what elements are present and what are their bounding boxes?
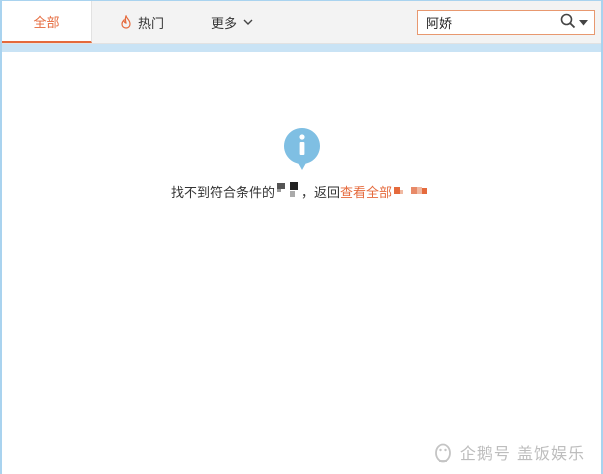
- info-icon: [283, 128, 320, 170]
- empty-message-return-text: ，返回: [300, 186, 340, 201]
- search-icon: [560, 13, 576, 33]
- tab-hot-label: 热门: [137, 16, 164, 32]
- tab-hot[interactable]: 热门: [102, 1, 182, 43]
- content-top-strip: [2, 44, 601, 52]
- tab-more-dropdown[interactable]: 更多: [192, 1, 272, 43]
- flame-icon: [120, 15, 132, 29]
- search-input[interactable]: [426, 12, 552, 33]
- empty-message-text: 找不到符合条件的: [170, 186, 275, 201]
- tab-all[interactable]: 全部: [2, 1, 92, 43]
- watermark-text: 企鹅号 盖饭娱乐: [459, 444, 585, 463]
- category-tab-bar: 全部 热门 更多: [2, 1, 601, 44]
- garbled-link-glyph: [394, 187, 428, 194]
- penguin-icon: [435, 443, 451, 463]
- search-button[interactable]: [560, 13, 588, 33]
- watermark: 企鹅号 盖饭娱乐: [432, 440, 585, 464]
- search-box: [417, 10, 595, 35]
- garbled-text-glyph: [276, 182, 298, 197]
- empty-message: 找不到符合条件的 ，返回查看全部: [2, 182, 601, 201]
- tab-more-label: 更多: [210, 16, 237, 32]
- empty-state: 找不到符合条件的 ，返回查看全部: [2, 126, 601, 201]
- app-window: 全部 热门 更多 阿娇 找不到符合条件的 ，返回查看全部 企鹅号 盖饭娱乐: [0, 0, 603, 474]
- caret-down-icon[interactable]: [579, 20, 588, 26]
- tab-all-label: 全部: [33, 15, 60, 31]
- chevron-down-icon: [243, 19, 253, 26]
- view-all-link[interactable]: 查看全部: [340, 186, 392, 201]
